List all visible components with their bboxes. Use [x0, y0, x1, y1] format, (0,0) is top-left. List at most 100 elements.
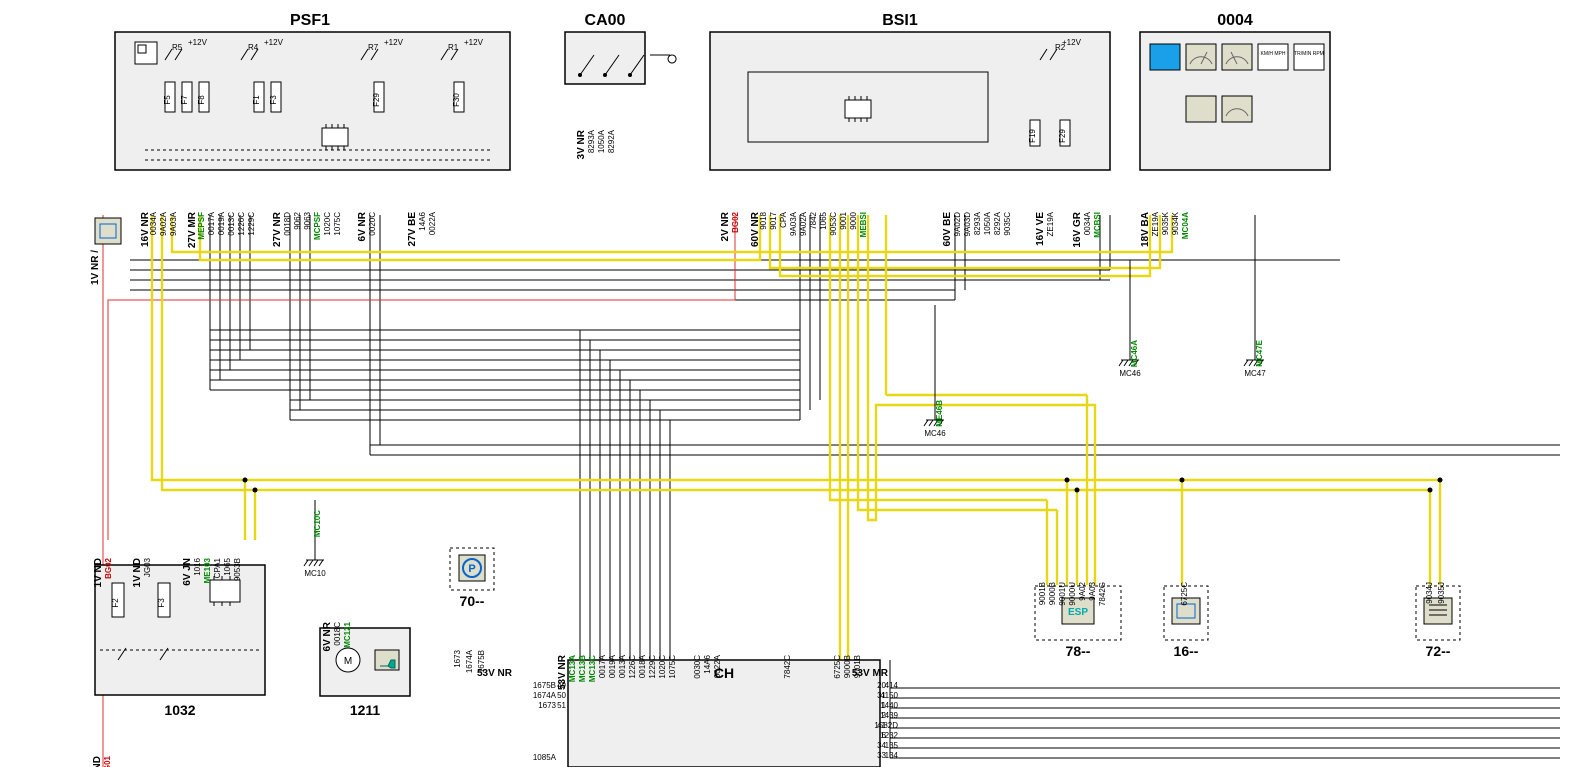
svg-text:BG01: BG01: [103, 755, 112, 767]
conn-ca00: 3V NR 8293A 1050A 8292A: [576, 129, 616, 159]
svg-text:9A02A: 9A02A: [159, 211, 168, 236]
svg-text:F29: F29: [372, 93, 381, 107]
svg-text:CPA: CPA: [779, 211, 788, 228]
svg-text:16V GR: 16V GR: [1072, 211, 1083, 247]
svg-text:9001U: 9001U: [1058, 582, 1067, 606]
svg-text:49: 49: [557, 681, 566, 690]
svg-text:1675B: 1675B: [533, 681, 556, 690]
svg-text:+12V: +12V: [464, 38, 484, 47]
svg-text:F7: F7: [180, 95, 189, 105]
conn-bsi1-b: 60V NR 9018 9017 CPA 9A03A 9A02A 7842 10…: [750, 211, 868, 247]
svg-text:MC121: MC121: [343, 621, 352, 647]
svg-text:+12V: +12V: [1062, 38, 1082, 47]
conn-bsi1-e: 16V GR 0034A MCBSI: [1072, 211, 1102, 247]
conn-psf1-left1: 1V NR /: [90, 250, 101, 285]
svg-text:9A03: 9A03: [1088, 581, 1097, 600]
svg-text:7842G: 7842G: [1098, 582, 1107, 606]
svg-text:MC13A: MC13A: [568, 655, 577, 682]
svg-text:MC47: MC47: [1244, 369, 1266, 378]
svg-text:31: 31: [877, 691, 886, 700]
svg-text:9000U: 9000U: [1068, 582, 1077, 606]
svg-text:2: 2: [882, 711, 887, 720]
svg-text:8293A: 8293A: [587, 129, 596, 153]
svg-text:F1: F1: [252, 95, 261, 105]
svg-text:ZE19A: ZE19A: [1151, 211, 1160, 236]
svg-text:1065: 1065: [223, 557, 232, 575]
svg-text:9A03A: 9A03A: [789, 211, 798, 236]
svg-text:1: 1: [882, 701, 887, 710]
svg-text:9A03D: 9A03D: [963, 212, 972, 237]
conn-16: 6725C: [1180, 582, 1189, 606]
svg-text:1229C: 1229C: [247, 212, 256, 236]
svg-text:F3: F3: [269, 95, 278, 105]
svg-text:27V BE: 27V BE: [407, 212, 418, 247]
module-0004: 0004 KM/H MPH TR/MIN RPM: [1140, 12, 1330, 170]
svg-text:34: 34: [877, 741, 886, 750]
svg-text:ME46B: ME46B: [935, 400, 944, 427]
svg-text:60V BE: 60V BE: [942, 212, 953, 247]
conn-bsi1-d: 16V VE ZE19A: [1035, 211, 1055, 246]
svg-text:8292A: 8292A: [607, 129, 616, 153]
svg-text:F3: F3: [157, 598, 166, 608]
ground-mc47: MC47 MC47E: [1244, 215, 1266, 378]
svg-text:9A02: 9A02: [1078, 581, 1087, 600]
conn-psf1-a: 27V MR MEPSF 0017A 0019A 0013C 1226C 122…: [187, 211, 256, 248]
svg-text:9000B: 9000B: [1048, 582, 1057, 605]
svg-text:7842C: 7842C: [783, 655, 792, 679]
conn-bsi1-a: 2V NR BG02: [720, 211, 740, 241]
svg-text:BG02: BG02: [731, 211, 740, 232]
svg-text:KM/H MPH: KM/H MPH: [1261, 51, 1286, 57]
svg-text:51: 51: [557, 701, 566, 710]
svg-text:1075C: 1075C: [333, 212, 342, 236]
svg-text:MCBSI: MCBSI: [1093, 212, 1102, 238]
svg-text:8292A: 8292A: [993, 211, 1002, 235]
svg-text:6V JN: 6V JN: [182, 558, 193, 586]
svg-text:F19: F19: [1028, 129, 1037, 143]
svg-text:F2: F2: [111, 598, 120, 608]
svg-text:0030C: 0030C: [693, 655, 702, 679]
conn-0004: 18V BA ZE19A 9035K 9034K MC04A: [1140, 211, 1190, 247]
svg-text:9035J: 9035J: [1437, 582, 1446, 604]
svg-text:9018: 9018: [759, 211, 768, 229]
svg-text:MC46: MC46: [924, 429, 946, 438]
svg-text:MC13C: MC13C: [588, 655, 597, 682]
svg-text:8293A: 8293A: [973, 211, 982, 235]
conn-ch-left: 53V NR 1675B49 1674A50 167351 1085A: [477, 668, 567, 762]
svg-text:MC46: MC46: [1119, 369, 1141, 378]
svg-text:53V NR: 53V NR: [477, 668, 513, 679]
svg-text:0022A: 0022A: [713, 654, 722, 678]
svg-text:1085A: 1085A: [533, 753, 557, 762]
svg-text:1020C: 1020C: [658, 655, 667, 679]
svg-text:MEBSI: MEBSI: [859, 212, 868, 237]
svg-text:1V ND: 1V ND: [93, 558, 104, 587]
conn-psf1-d: 27V BE 14A6 0022A: [407, 211, 437, 246]
svg-text:70--: 70--: [460, 593, 485, 609]
svg-text:6V NR: 6V NR: [322, 621, 333, 651]
svg-text:1020C: 1020C: [323, 212, 332, 236]
wire-yellow-bus: [152, 215, 1440, 660]
svg-text:14A6: 14A6: [418, 211, 427, 230]
ground-mc10: MC10 MC10C: [304, 500, 326, 578]
svg-text:M: M: [344, 656, 352, 667]
svg-text:MEPSF: MEPSF: [197, 212, 206, 240]
svg-text:20: 20: [877, 681, 886, 690]
svg-text:0034A: 0034A: [149, 211, 158, 235]
svg-text:6725C: 6725C: [833, 655, 842, 679]
svg-text:9A03A: 9A03A: [169, 211, 178, 236]
svg-text:9A02D: 9A02D: [953, 212, 962, 237]
svg-text:+12V: +12V: [188, 38, 208, 47]
svg-text:1674A: 1674A: [465, 649, 474, 673]
svg-text:27V NR: 27V NR: [272, 211, 283, 247]
svg-text:3V NR: 3V NR: [576, 129, 587, 159]
svg-text:33: 33: [877, 751, 886, 760]
svg-text:MC04A: MC04A: [1181, 212, 1190, 239]
svg-text:1V NR /: 1V NR /: [90, 250, 101, 285]
svg-text:MC47E: MC47E: [1255, 339, 1264, 366]
svg-text:F29: F29: [1058, 129, 1067, 143]
conn-bsi1-c: 60V BE 9A02D 9A03D 8293A 1050A 8292A 903…: [942, 211, 1012, 246]
svg-text:6: 6: [882, 731, 887, 740]
svg-text:53V MR: 53V MR: [852, 668, 889, 679]
svg-text:F8: F8: [197, 95, 206, 105]
svg-text:1016: 1016: [193, 557, 202, 575]
svg-text:+12V: +12V: [264, 38, 284, 47]
